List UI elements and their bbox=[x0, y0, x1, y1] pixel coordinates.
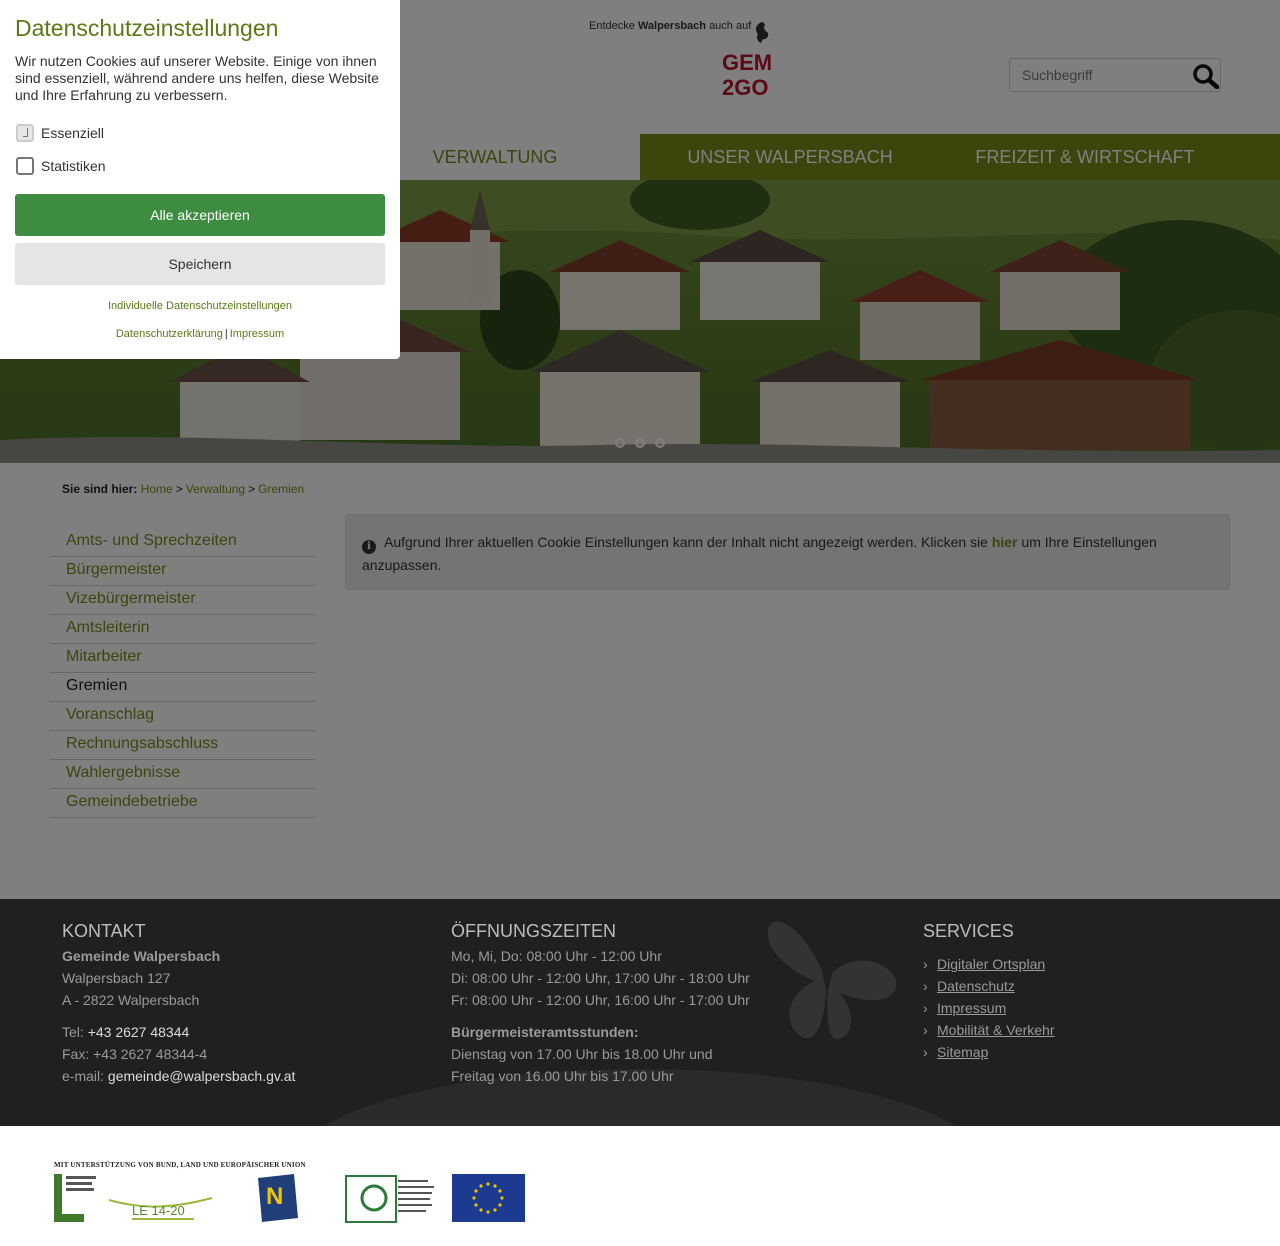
lower-austria-logo-icon: N bbox=[258, 1174, 298, 1222]
butterfly-icon bbox=[767, 921, 897, 1040]
footer-link-mobilitaet-verkehr[interactable]: Mobilität & Verkehr bbox=[937, 1022, 1055, 1038]
footer-mayor-heading: Bürgermeisteramtsstunden: bbox=[451, 1024, 639, 1040]
footer-hours-heading: ÖFFNUNGSZEITEN bbox=[451, 921, 616, 941]
footer-services-heading: SERVICES bbox=[923, 921, 1014, 941]
le-logo-text: LE 14-20 bbox=[132, 1203, 185, 1218]
cookie-dialog-title: Datenschutzeinstellungen bbox=[15, 15, 279, 41]
footer-link-sitemap[interactable]: Sitemap bbox=[937, 1044, 988, 1060]
footer-link-digitaler-ortsplan[interactable]: Digitaler Ortsplan bbox=[937, 956, 1045, 972]
cookie-dialog-intro: Wir nutzen Cookies auf unserer Website. … bbox=[15, 53, 379, 103]
footer-contact-fax: Fax: +43 2627 48344-4 bbox=[62, 1046, 208, 1062]
svg-text:N: N bbox=[266, 1183, 283, 1210]
footer-services: SERVICES Digitaler Ortsplan Datenschutz … bbox=[923, 921, 1223, 1063]
footer-opening-hours: ÖFFNUNGSZEITEN Mo, Mi, Do: 08:00 Uhr - 1… bbox=[451, 921, 771, 1087]
footer-link-datenschutz[interactable]: Datenschutz bbox=[937, 978, 1015, 994]
leader-logo-icon bbox=[345, 1175, 434, 1223]
eu-flag-icon bbox=[452, 1174, 525, 1222]
site-footer: KONTAKT Gemeinde Walpersbach Walpersbach… bbox=[0, 899, 1280, 1126]
ministry-logo-icon bbox=[54, 1174, 96, 1222]
footer-contact-heading: KONTAKT bbox=[62, 921, 146, 941]
footer-hours-line: Di: 08:00 Uhr - 12:00 Uhr, 17:00 Uhr - 1… bbox=[451, 970, 750, 986]
footer-mayor-line: Dienstag von 17.00 Uhr bis 18.00 Uhr und bbox=[451, 1046, 713, 1062]
cookie-legal-links: Datenschutzerklärung | Impressum bbox=[0, 328, 400, 340]
footer-service-item: Sitemap bbox=[923, 1041, 1223, 1063]
imprint-link[interactable]: Impressum bbox=[230, 328, 284, 340]
footer-mayor-line: Freitag von 16.00 Uhr bis 17.00 Uhr bbox=[451, 1068, 674, 1084]
le-14-20-logo-icon: LE 14-20 bbox=[108, 1197, 213, 1220]
sponsor-logo-strip: LE 14-20 N bbox=[54, 1174, 525, 1223]
footer-hours-line: Mo, Mi, Do: 08:00 Uhr - 12:00 Uhr bbox=[451, 948, 662, 964]
footer-email-label: e-mail: bbox=[62, 1068, 105, 1084]
accept-all-button[interactable]: Alle akzeptieren bbox=[15, 194, 385, 236]
statistics-checkbox[interactable] bbox=[16, 157, 34, 175]
cookie-consent-dialog: Datenschutzeinstellungen Wir nutzen Cook… bbox=[0, 0, 400, 359]
footer-contact-tel: Tel: +43 2627 48344 bbox=[62, 1021, 422, 1043]
footer-contact-name: Gemeinde Walpersbach bbox=[62, 948, 221, 964]
privacy-policy-link[interactable]: Datenschutzerklärung bbox=[116, 328, 223, 340]
statistics-label[interactable]: Statistiken bbox=[41, 157, 106, 175]
footer-hours-line: Fr: 08:00 Uhr - 12:00 Uhr, 16:00 Uhr - 1… bbox=[451, 992, 750, 1008]
link-separator: | bbox=[224, 328, 228, 340]
individual-settings-link[interactable]: Individuelle Datenschutzeinstellungen bbox=[108, 300, 292, 312]
footer-contact: KONTAKT Gemeinde Walpersbach Walpersbach… bbox=[62, 921, 422, 1087]
footer-tel-link[interactable]: +43 2627 48344 bbox=[88, 1024, 190, 1040]
sponsor-caption: MIT UNTERSTÜTZUNG VON BUND, LAND UND EUR… bbox=[54, 1161, 306, 1169]
footer-service-item: Digitaler Ortsplan bbox=[923, 953, 1223, 975]
footer-service-item: Impressum bbox=[923, 997, 1223, 1019]
footer-service-item: Mobilität & Verkehr bbox=[923, 1019, 1223, 1041]
footer-contact-street: Walpersbach 127 bbox=[62, 970, 171, 986]
sponsor-logos: MIT UNTERSTÜTZUNG VON BUND, LAND UND EUR… bbox=[0, 1126, 1280, 1246]
footer-service-item: Datenschutz bbox=[923, 975, 1223, 997]
cookie-individual-settings: Individuelle Datenschutzeinstellungen bbox=[0, 300, 400, 312]
footer-tel-label: Tel: bbox=[62, 1024, 84, 1040]
essential-checkbox bbox=[16, 124, 34, 142]
footer-link-impressum[interactable]: Impressum bbox=[937, 1000, 1006, 1016]
save-button[interactable]: Speichern bbox=[15, 243, 385, 285]
footer-contact-email: e-mail: gemeinde@walpersbach.gv.at bbox=[62, 1065, 422, 1087]
essential-label: Essenziell bbox=[41, 125, 105, 141]
footer-email-link[interactable]: gemeinde@walpersbach.gv.at bbox=[108, 1068, 296, 1084]
footer-contact-city: A - 2822 Walpersbach bbox=[62, 992, 200, 1008]
